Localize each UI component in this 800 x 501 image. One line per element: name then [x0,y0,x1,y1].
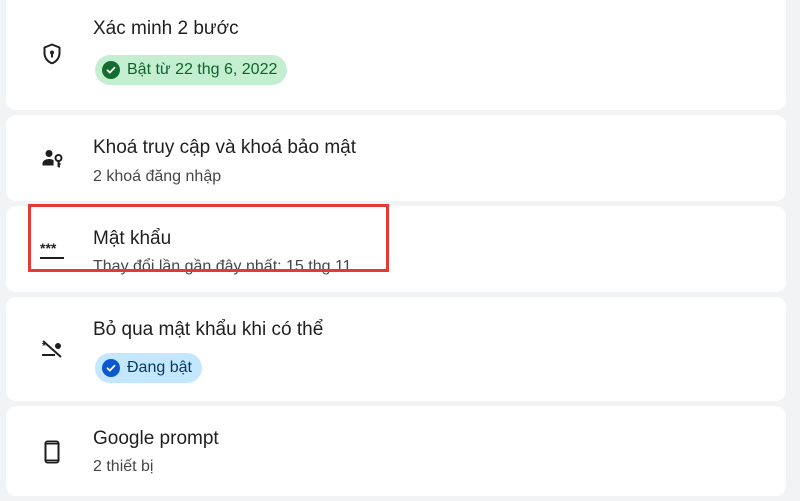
shield-lock-icon [40,42,64,66]
two-step-verification-item[interactable]: Xác minh 2 bước Bật từ 22 thg 6, 2022 [6,0,786,110]
svg-text:***: *** [40,240,57,256]
person-key-icon [40,146,64,170]
item-subtitle: 2 thiết bị [93,458,154,475]
item-title: Khoá truy cập và khoá bảo mật [93,137,356,158]
security-settings-list: Xác minh 2 bước Bật từ 22 thg 6, 2022 Kh… [6,0,786,501]
item-subtitle: 2 khoá đăng nhập [93,168,222,185]
password-off-icon: * [40,337,64,361]
item-subtitle: Thay đổi lần gần đây nhất: 15 thg 11 [93,258,352,275]
check-circle-icon [102,359,120,377]
item-title: Bỏ qua mật khẩu khi có thể [93,319,324,340]
item-title: Mật khẩu [93,228,172,249]
status-badge-label: Đang bật [127,359,192,376]
passkeys-item[interactable]: Khoá truy cập và khoá bảo mật 2 khoá đăn… [6,115,786,201]
svg-text:*: * [42,341,46,352]
password-item[interactable]: *** Mật khẩu Thay đổi lần gần đây nhất: … [6,206,786,292]
item-title: Google prompt [93,428,219,449]
skip-password-item[interactable]: * Bỏ qua mật khẩu khi có thể Đang bật [6,297,786,401]
status-badge: Bật từ 22 thg 6, 2022 [95,55,288,85]
status-badge-label: Bật từ 22 thg 6, 2022 [127,61,278,78]
check-circle-icon [102,61,120,79]
google-prompt-item[interactable]: Google prompt 2 thiết bị [6,406,786,496]
status-badge: Đang bật [95,353,202,383]
password-icon: *** [40,239,64,263]
item-title: Xác minh 2 bước [93,18,239,39]
phone-icon [40,440,64,464]
